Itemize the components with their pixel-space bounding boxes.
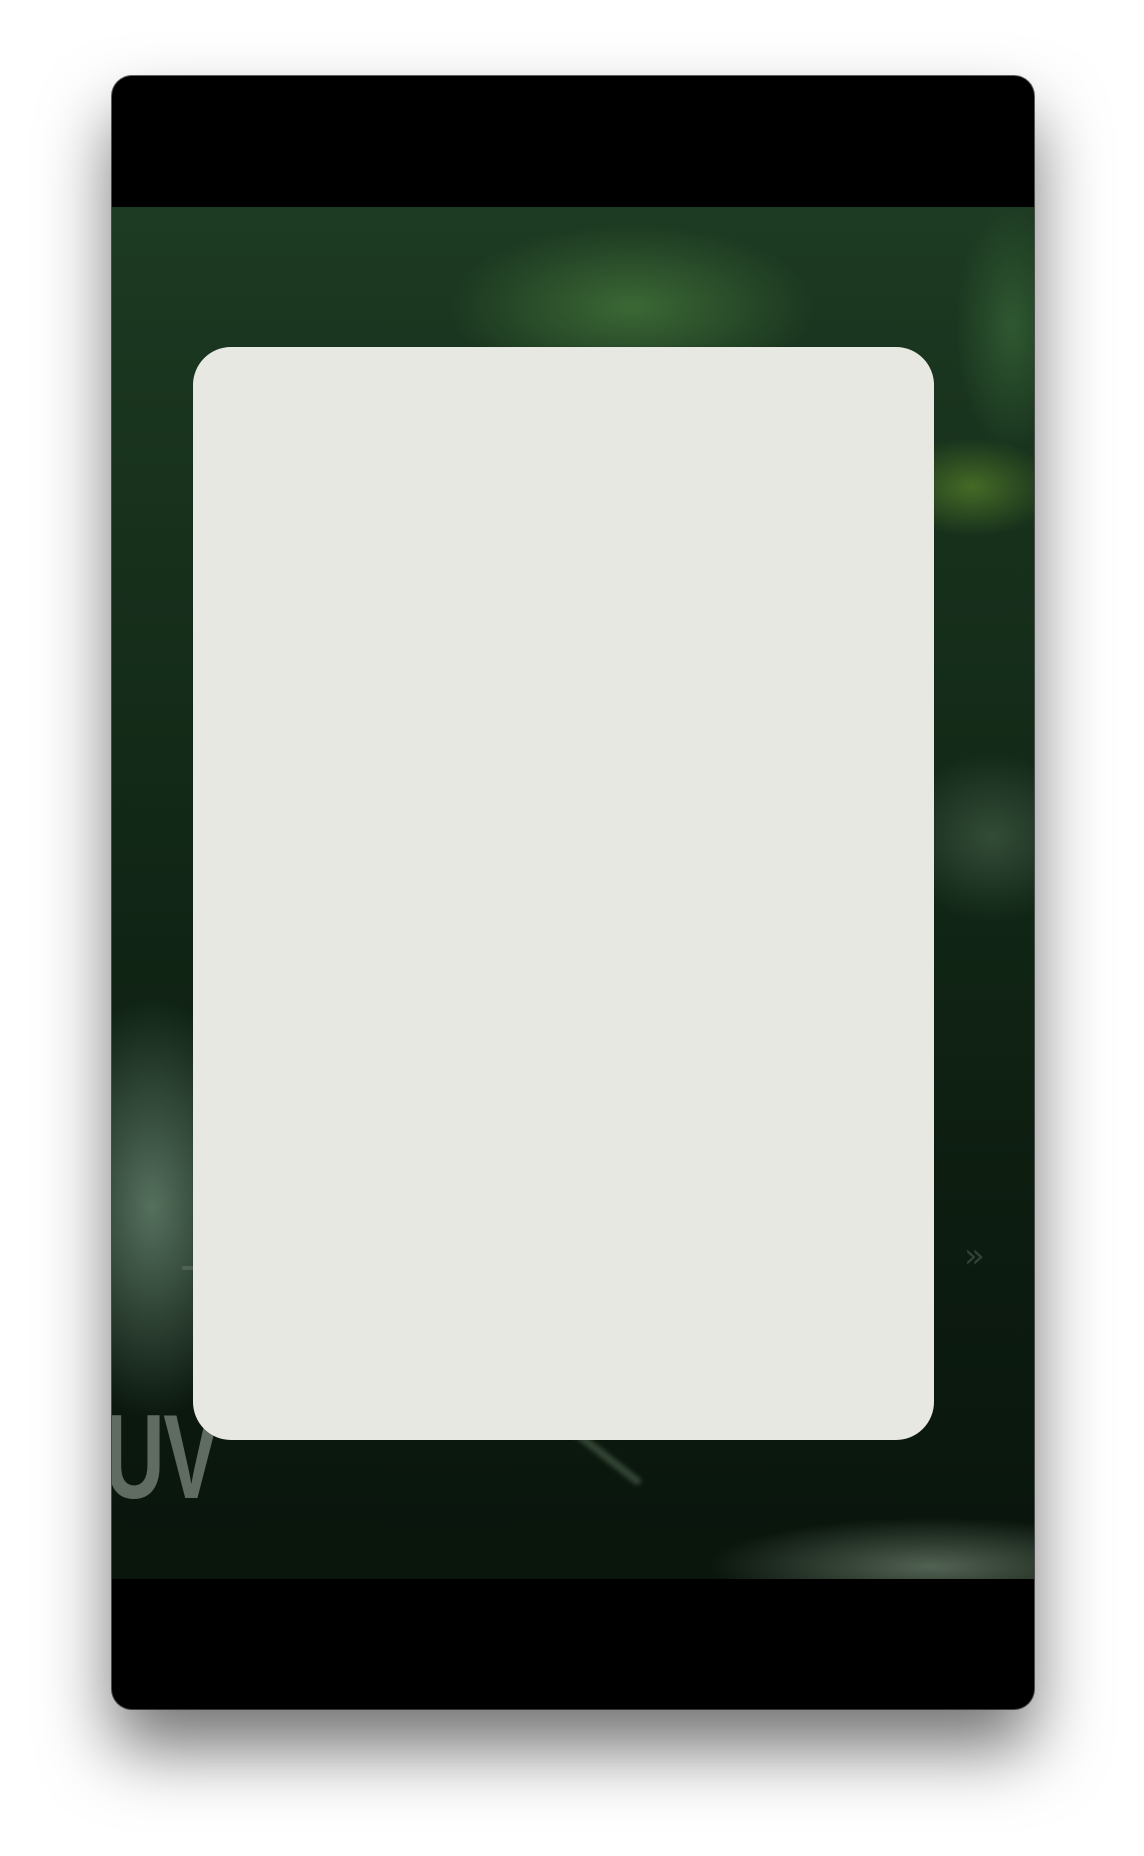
more-icon[interactable]: »	[964, 1236, 985, 1276]
blank-overlay-sheet	[193, 347, 934, 1440]
